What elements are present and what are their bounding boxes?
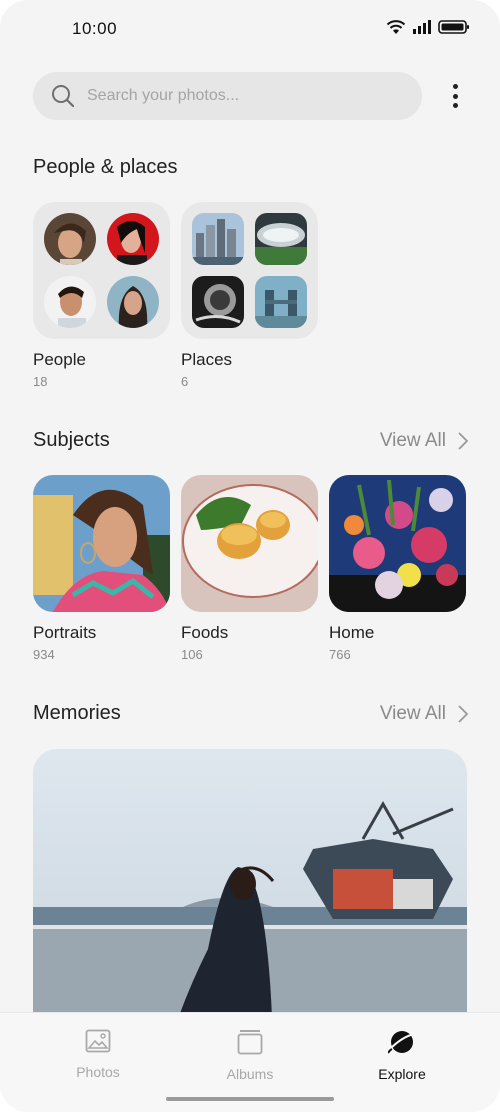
place-thumbnail	[255, 276, 307, 328]
view-all-label: View All	[379, 703, 446, 724]
portraits-label: Portraits	[33, 623, 97, 642]
status-time: 10:00	[72, 19, 118, 38]
status-icons	[386, 19, 470, 35]
nav-albums-tab[interactable]: Albums	[190, 1029, 310, 1082]
portraits-thumbnail[interactable]	[33, 475, 170, 612]
people-count: 18	[33, 374, 48, 389]
subjects-view-all-link[interactable]: View All	[380, 430, 468, 452]
places-count: 6	[181, 374, 189, 389]
places-tile[interactable]	[181, 202, 318, 339]
more-options-button[interactable]	[444, 82, 466, 110]
nav-explore-label: Explore	[378, 1066, 426, 1082]
search-icon	[52, 85, 75, 108]
nav-photos-tab[interactable]: Photos	[38, 1029, 158, 1080]
place-thumbnail	[192, 213, 244, 265]
status-bar: 10:00	[0, 0, 500, 60]
people-tile[interactable]	[33, 202, 170, 339]
person-thumbnail	[107, 213, 159, 265]
battery-icon	[438, 20, 469, 34]
person-thumbnail	[44, 276, 96, 328]
portraits-count: 934	[33, 647, 55, 662]
wifi-icon	[386, 20, 406, 34]
person-thumbnail	[44, 213, 96, 265]
subjects-heading: Subjects	[33, 429, 110, 451]
people-places-heading: People & places	[33, 156, 178, 178]
memories-view-all-link[interactable]: View All	[380, 703, 468, 725]
nav-albums-label: Albums	[226, 1066, 274, 1082]
home-count: 766	[329, 647, 351, 662]
more-dot-icon	[452, 103, 458, 108]
person-thumbnail	[107, 276, 159, 328]
foods-thumbnail[interactable]	[181, 475, 318, 612]
search-input[interactable]	[87, 72, 407, 120]
place-thumbnail	[255, 213, 307, 265]
chevron-right-icon	[458, 705, 468, 723]
signal-icon	[413, 20, 431, 34]
home-label: Home	[329, 623, 375, 642]
app-screen: 10:00 Search your photos... People & pla…	[0, 0, 500, 1112]
photo-icon	[85, 1029, 111, 1053]
more-dot-icon	[452, 93, 458, 99]
memories-heading: Memories	[33, 702, 121, 724]
memory-card[interactable]	[33, 749, 467, 1049]
foods-count: 106	[181, 647, 203, 662]
foods-label: Foods	[181, 623, 229, 642]
more-dot-icon	[452, 84, 458, 89]
place-thumbnail	[192, 276, 244, 328]
places-label: Places	[181, 350, 233, 369]
people-label: People	[33, 350, 86, 369]
chevron-right-icon	[458, 432, 468, 450]
home-indicator	[166, 1097, 334, 1101]
explore-planet-icon	[387, 1031, 415, 1054]
view-all-label: View All	[379, 430, 446, 451]
search-bar[interactable]	[33, 72, 422, 120]
nav-explore-tab[interactable]: Explore	[342, 1029, 462, 1082]
nav-photos-label: Photos	[76, 1064, 120, 1080]
home-thumbnail[interactable]	[329, 475, 466, 612]
albums-icon	[237, 1030, 263, 1055]
